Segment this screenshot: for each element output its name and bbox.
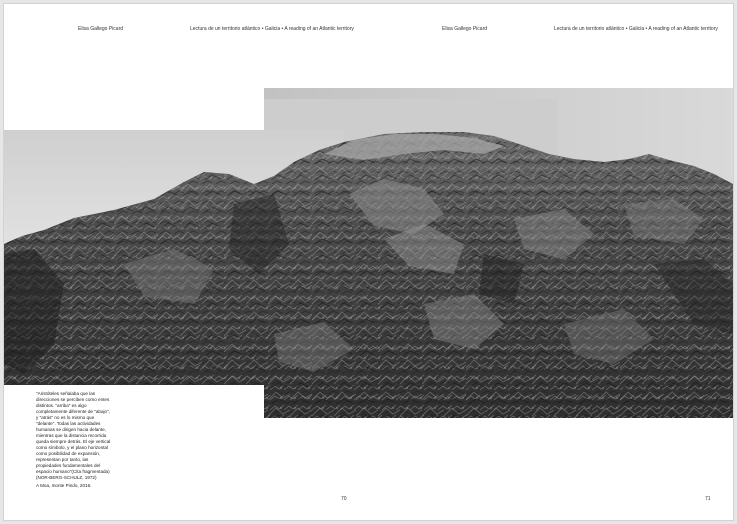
mountain-photograph xyxy=(4,88,733,418)
left-page-number: 70 xyxy=(341,496,347,502)
right-page-number: 71 xyxy=(705,496,711,502)
caption-place: A Moa, monte Pindo, 2016. xyxy=(36,483,92,488)
caption-quote: "Aristóteles señalaba que las direccione… xyxy=(36,391,111,480)
book-spread: Elisa Gallego Picard Lectura de un terri… xyxy=(4,4,733,520)
photo-caption: "Aristóteles señalaba que las direccione… xyxy=(36,391,112,489)
